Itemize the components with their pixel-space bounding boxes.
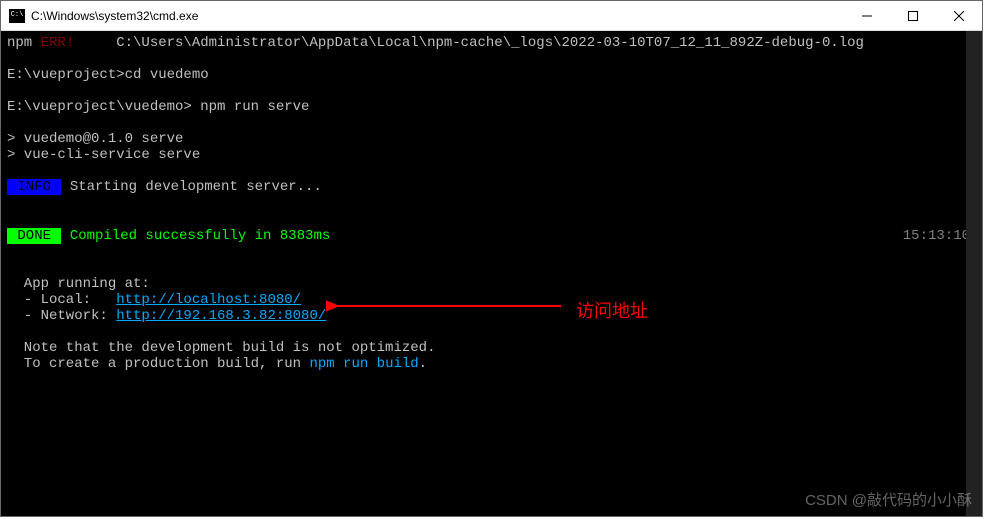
watermark: CSDN @敲代码的小小酥 xyxy=(805,489,972,510)
output-line: To create a production build, run npm ru… xyxy=(7,356,976,372)
window-title: C:\Windows\system32\cmd.exe xyxy=(31,9,844,23)
output-line xyxy=(7,260,976,276)
scrollbar[interactable] xyxy=(966,31,982,516)
window-controls xyxy=(844,1,982,30)
output-line: Note that the development build is not o… xyxy=(7,340,976,356)
output-line xyxy=(7,244,976,260)
output-line xyxy=(7,196,976,212)
output-line xyxy=(7,163,976,179)
output-line: E:\vueproject\vuedemo> npm run serve xyxy=(7,99,976,115)
output-line: DONE Compiled successfully in 8383ms15:1… xyxy=(7,228,976,244)
cmd-window: C:\Windows\system32\cmd.exe npm ERR! C:\… xyxy=(0,0,983,517)
output-line: E:\vueproject>cd vuedemo xyxy=(7,67,976,83)
output-line: - Network: http://192.168.3.82:8080/ xyxy=(7,308,976,324)
output-line xyxy=(7,324,976,340)
minimize-button[interactable] xyxy=(844,1,890,30)
maximize-button[interactable] xyxy=(890,1,936,30)
terminal-output[interactable]: npm ERR! C:\Users\Administrator\AppData\… xyxy=(1,31,982,516)
timestamp: 15:13:10 xyxy=(903,228,970,244)
output-line: npm ERR! C:\Users\Administrator\AppData\… xyxy=(7,35,976,51)
local-url-link[interactable]: http://localhost:8080/ xyxy=(116,292,301,308)
output-line xyxy=(7,212,976,228)
output-line: > vuedemo@0.1.0 serve xyxy=(7,131,976,147)
output-line: > vue-cli-service serve xyxy=(7,147,976,163)
close-button[interactable] xyxy=(936,1,982,30)
done-badge: DONE xyxy=(7,228,61,244)
output-line xyxy=(7,115,976,131)
annotation-label: 访问地址 xyxy=(576,297,648,323)
titlebar[interactable]: C:\Windows\system32\cmd.exe xyxy=(1,1,982,31)
info-badge: INFO xyxy=(7,179,61,195)
cmd-icon xyxy=(9,9,25,23)
output-line: INFO Starting development server... xyxy=(7,179,976,195)
output-line xyxy=(7,51,976,67)
output-line xyxy=(7,83,976,99)
output-line: - Local: http://localhost:8080/ xyxy=(7,292,976,308)
network-url-link[interactable]: http://192.168.3.82:8080/ xyxy=(116,308,326,324)
output-line: App running at: xyxy=(7,276,976,292)
